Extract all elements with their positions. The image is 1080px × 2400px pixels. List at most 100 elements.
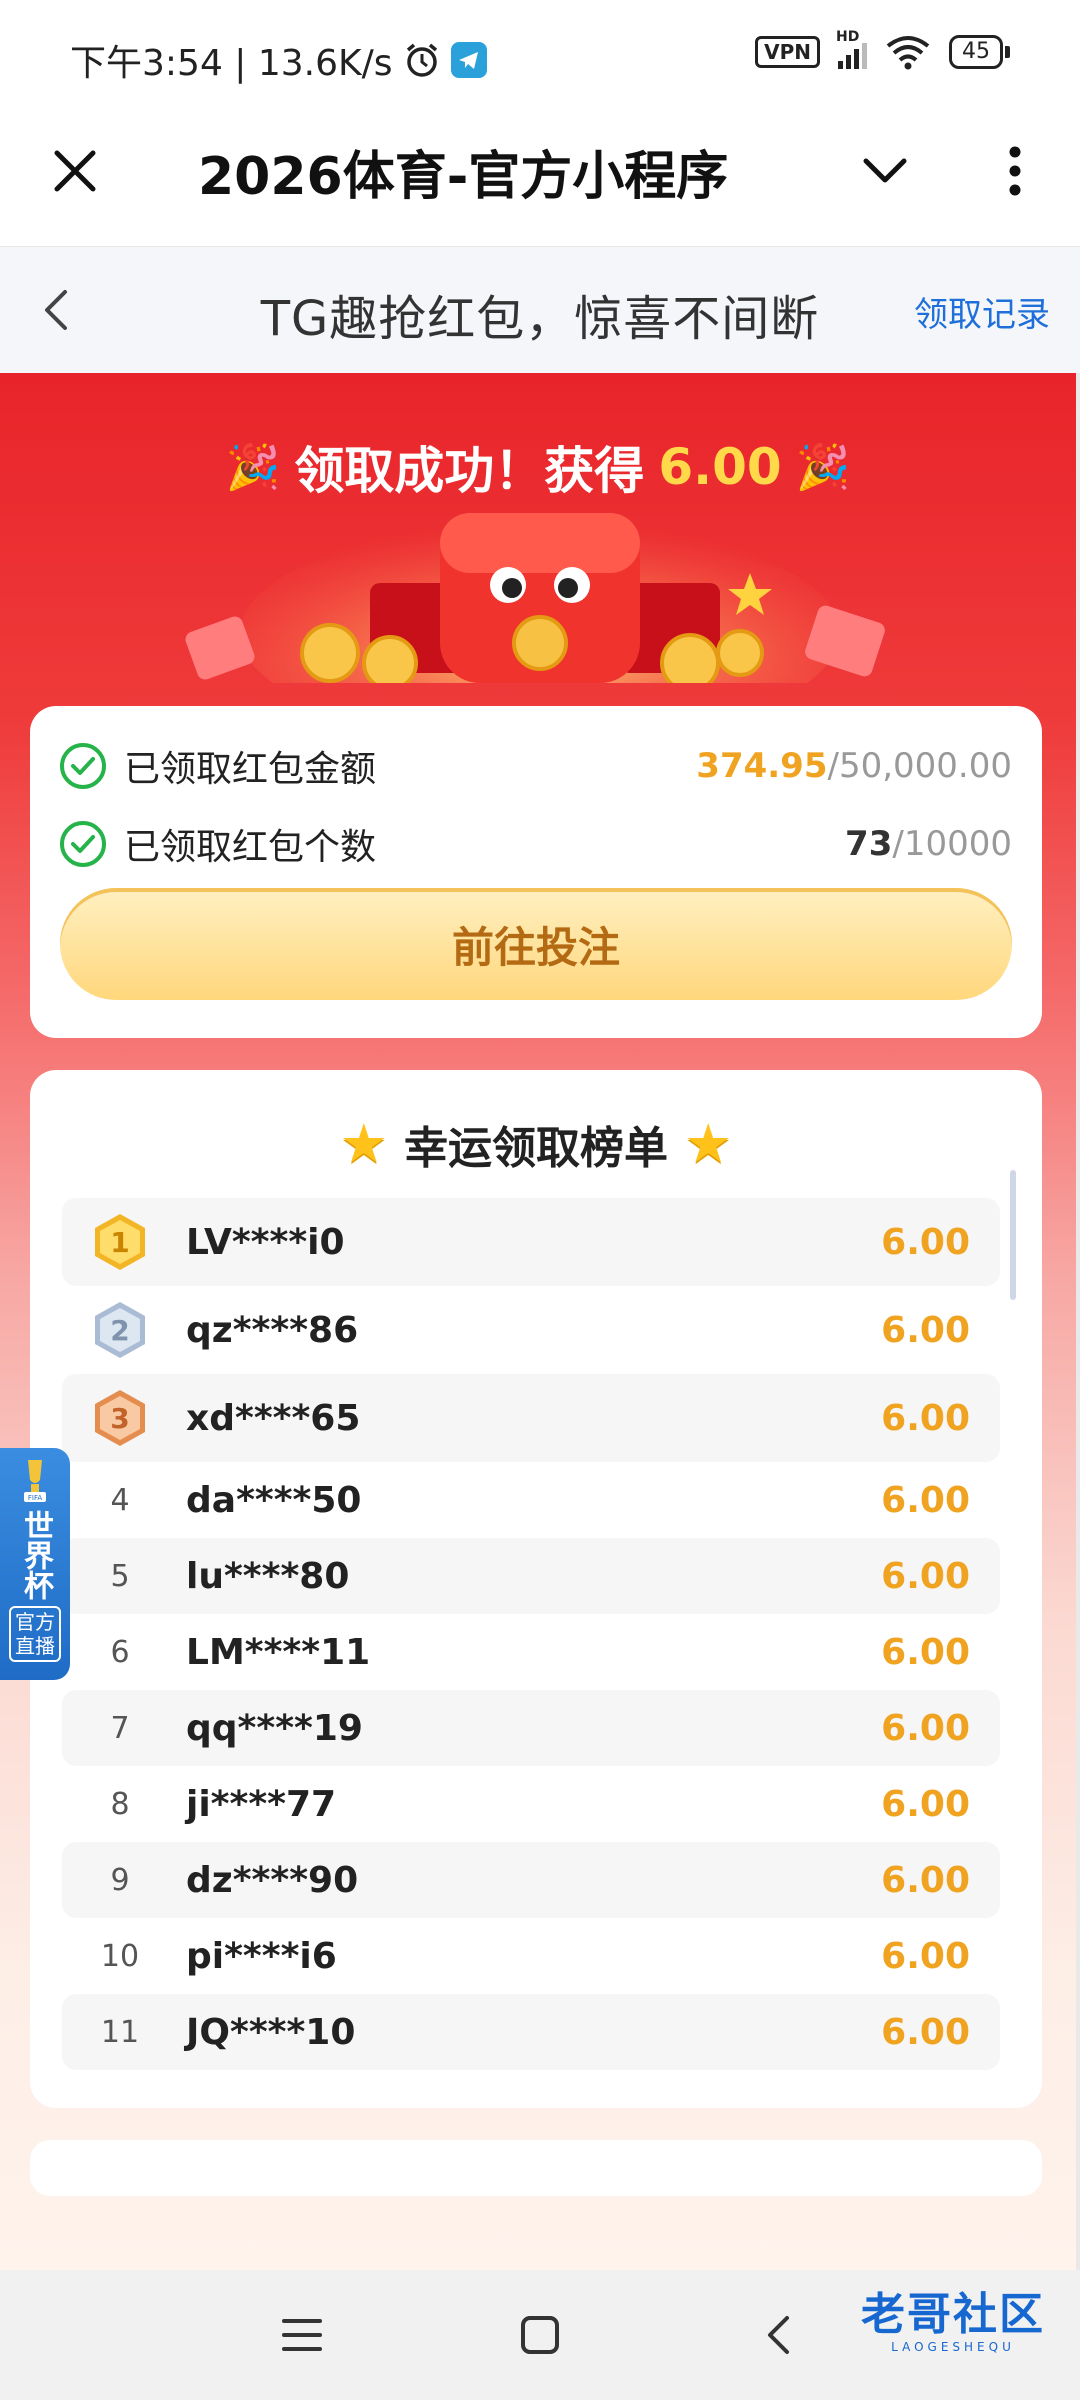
- success-text: 领取成功！获得: [294, 442, 645, 500]
- winner-name: LM****11: [186, 1631, 371, 1673]
- claimed-count-total: /10000: [892, 824, 1012, 864]
- rank-number: 4: [110, 1482, 130, 1518]
- rank-number: 7: [110, 1710, 130, 1746]
- watermark-logo: 老哥社区 LAOGESHEQU: [838, 2290, 1068, 2370]
- winner-amount: 6.00: [881, 1555, 970, 1597]
- winner-amount: 6.00: [881, 1783, 970, 1825]
- status-time-speed: 下午3:54 | 13.6K/s: [70, 43, 393, 84]
- go-bet-button[interactable]: 前往投注: [60, 888, 1012, 1000]
- empty-card: [30, 2140, 1042, 2196]
- leaderboard-scrollbar[interactable]: [1010, 1170, 1016, 1300]
- leaderboard-list[interactable]: 1 LV****i0 6.00 2 qz****86 6.00 3 xd****65 6.00 4…: [62, 1198, 1000, 2078]
- rank-number: 5: [110, 1558, 130, 1594]
- leaderboard-row: 6 LM****11 6.00: [62, 1614, 1000, 1690]
- winner-name: dz****90: [186, 1859, 359, 1901]
- winner-name: qq****19: [186, 1707, 363, 1749]
- claim-record-link[interactable]: 领取记录: [914, 287, 1050, 336]
- close-icon: [54, 150, 96, 192]
- winner-name: LV****i0: [186, 1221, 345, 1263]
- winner-amount: 6.00: [881, 1707, 970, 1749]
- medal-icon: 3: [95, 1390, 145, 1446]
- winner-name: ji****77: [186, 1783, 337, 1825]
- signal-icon: HD: [836, 29, 867, 69]
- claimed-amount-label: 已领取红包金额: [124, 749, 377, 790]
- winner-amount: 6.00: [881, 1479, 970, 1521]
- star-icon: ★: [684, 1112, 733, 1175]
- rank-number: 10: [100, 1938, 140, 1974]
- medal-icon: 2: [95, 1302, 145, 1358]
- collapse-button[interactable]: [850, 136, 920, 206]
- leaderboard-row: 2 qz****86 6.00: [62, 1286, 1000, 1374]
- winner-name: qz****86: [186, 1309, 359, 1351]
- claimed-count-value: 73/10000: [845, 824, 1012, 864]
- success-amount: 6.00: [658, 438, 782, 496]
- success-banner: 🎉 领取成功！获得 6.00 🎉: [0, 431, 1076, 503]
- nav-back-icon: [768, 2316, 789, 2354]
- home-button[interactable]: [500, 2300, 580, 2370]
- claimed-amount-row: 已领取红包金额 374.95/50,000.00: [60, 736, 1012, 796]
- nav-back-button[interactable]: [738, 2300, 818, 2370]
- winner-name: lu****80: [186, 1555, 350, 1597]
- sub-header: TG趣抢红包，惊喜不间断 领取记录: [0, 247, 1080, 373]
- medal-rank-number: 2: [100, 1308, 140, 1352]
- vpn-badge: VPN: [755, 36, 820, 68]
- battery-level: 45: [949, 35, 1003, 69]
- leaderboard-row: 8 ji****77 6.00: [62, 1766, 1000, 1842]
- leaderboard-row: 4 da****50 6.00: [62, 1462, 1000, 1538]
- watermark-main: 老哥社区: [861, 2289, 1045, 2340]
- menu-icon: [282, 2319, 322, 2351]
- page-scrollbar[interactable]: [1076, 373, 1080, 2270]
- medal-icon: 1: [95, 1214, 145, 1270]
- watermark-sub: LAOGESHEQU: [891, 2340, 1015, 2354]
- check-circle-icon: [60, 821, 106, 867]
- trophy-icon: FIFA: [15, 1456, 55, 1506]
- main-content: 🎉 领取成功！获得 6.00 🎉 已领取红包金额 374.95/50,000.0…: [0, 373, 1076, 2270]
- winner-amount: 6.00: [881, 1309, 970, 1351]
- worldcup-sub: 官方直播: [9, 1606, 61, 1662]
- wifi-icon: [886, 36, 930, 70]
- more-vertical-icon: [1009, 146, 1021, 196]
- more-button[interactable]: [980, 136, 1050, 206]
- claim-stats-card: 已领取红包金额 374.95/50,000.00 已领取红包个数 73/1000…: [30, 706, 1042, 1038]
- rank-medal: 3: [62, 1390, 178, 1446]
- hd-label: HD: [836, 29, 860, 45]
- leaderboard-row: 7 qq****19 6.00: [62, 1690, 1000, 1766]
- winner-amount: 6.00: [881, 1221, 970, 1263]
- close-button[interactable]: [40, 136, 110, 206]
- rank-medal: 1: [62, 1214, 178, 1270]
- claimed-amount-value: 374.95/50,000.00: [696, 746, 1012, 786]
- winner-name: pi****i6: [186, 1935, 337, 1977]
- leaderboard-row: 11 JQ****10 6.00: [62, 1994, 1000, 2070]
- leaderboard-row: 5 lu****80 6.00: [62, 1538, 1000, 1614]
- leaderboard-row: 3 xd****65 6.00: [62, 1374, 1000, 1462]
- winner-name: xd****65: [186, 1397, 361, 1439]
- medal-rank-number: 3: [100, 1396, 140, 1440]
- check-circle-icon: [60, 743, 106, 789]
- status-right: VPN HD 45: [755, 29, 1010, 70]
- worldcup-live-badge[interactable]: FIFA 世界杯 官方直播: [0, 1448, 70, 1680]
- alarm-icon: [406, 43, 437, 77]
- winner-amount: 6.00: [881, 1631, 970, 1673]
- claimed-count-current: 73: [845, 824, 893, 864]
- winner-amount: 6.00: [881, 1397, 970, 1439]
- winner-amount: 6.00: [881, 1859, 970, 1901]
- star-icon: ★: [339, 1112, 388, 1175]
- telegram-icon: [450, 42, 487, 78]
- claimed-amount-current: 374.95: [696, 746, 828, 786]
- leaderboard-title: 幸运领取榜单: [404, 1123, 668, 1174]
- leaderboard-card: ★ 幸运领取榜单 ★ 1 LV****i0 6.00 2 qz****86 6.00 3 xd…: [30, 1070, 1042, 2108]
- app-title: 2026体育-官方小程序: [198, 147, 729, 207]
- status-left: 下午3:54 | 13.6K/s: [70, 34, 487, 86]
- menu-button[interactable]: [262, 2300, 342, 2370]
- winner-amount: 6.00: [881, 2011, 970, 2053]
- rank-number: 6: [110, 1634, 130, 1670]
- claimed-count-row: 已领取红包个数 73/10000: [60, 814, 1012, 874]
- party-popper-icon: 🎉: [225, 442, 281, 493]
- rank-number: 8: [110, 1786, 130, 1822]
- claimed-count-label: 已领取红包个数: [124, 827, 377, 868]
- winner-amount: 6.00: [881, 1935, 970, 1977]
- worldcup-title: 世界杯: [18, 1510, 53, 1600]
- leaderboard-row: 9 dz****90 6.00: [62, 1842, 1000, 1918]
- chevron-down-icon: [863, 158, 907, 183]
- app-header: 2026体育-官方小程序: [0, 110, 1080, 248]
